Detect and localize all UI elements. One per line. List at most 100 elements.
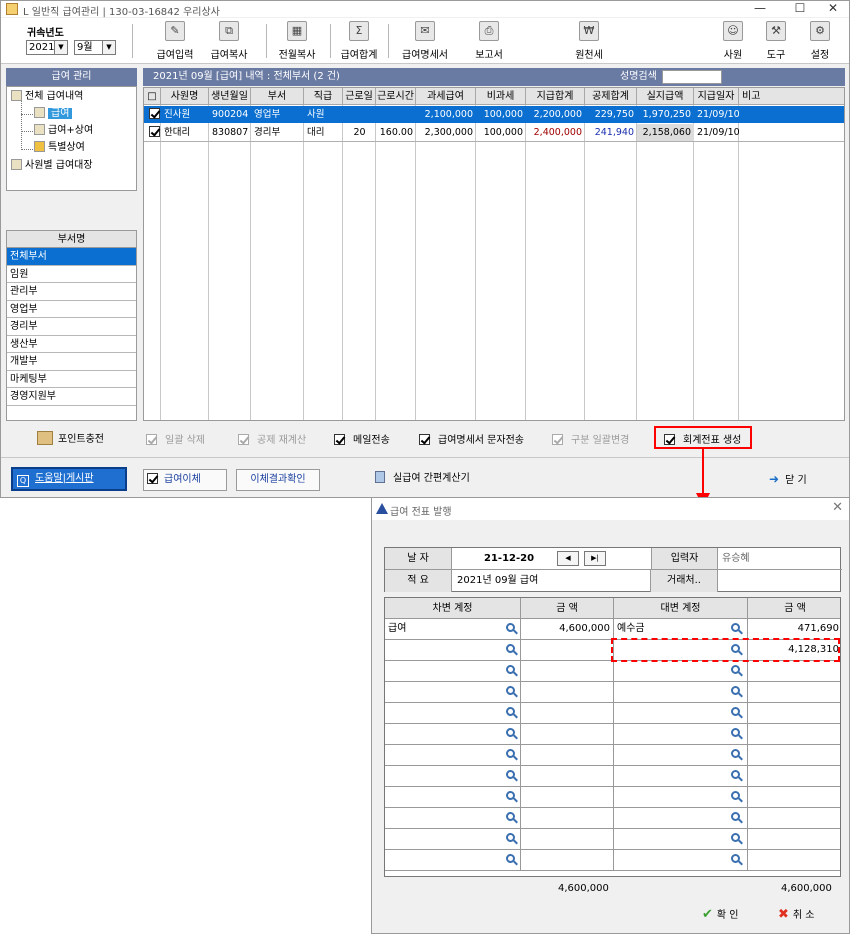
credit-amount-cell[interactable] <box>748 787 840 808</box>
debit-account-cell[interactable] <box>385 682 521 703</box>
search-icon[interactable] <box>506 833 515 842</box>
debit-amount-cell[interactable] <box>521 829 614 850</box>
credit-account-cell[interactable] <box>614 745 748 766</box>
debit-account-cell[interactable] <box>385 724 521 745</box>
debit-amount-cell[interactable]: 4,600,000 <box>521 619 614 640</box>
debit-amount-cell[interactable] <box>521 745 614 766</box>
debit-account-cell[interactable] <box>385 787 521 808</box>
prev-date-button[interactable]: ◀ <box>557 551 579 566</box>
debit-amount-cell[interactable] <box>521 787 614 808</box>
dept-item[interactable]: 개발부 <box>7 353 136 371</box>
debit-account-cell[interactable] <box>385 703 521 724</box>
prev-month-copy-button[interactable]: ▦ 전월복사 <box>275 21 319 61</box>
close-window-button[interactable]: ✕ <box>816 1 850 17</box>
search-icon[interactable] <box>506 791 515 800</box>
credit-account-cell[interactable] <box>614 724 748 745</box>
settings-button[interactable]: ⚙ 설정 <box>804 21 836 61</box>
col-header[interactable]: 비고 <box>739 88 844 105</box>
debit-amount-cell[interactable] <box>521 640 614 661</box>
debit-account-cell[interactable] <box>385 808 521 829</box>
tools-button[interactable]: ⚒ 도구 <box>760 21 792 61</box>
withholding-tax-button[interactable]: ₩ 원천세 <box>567 21 611 61</box>
search-icon[interactable] <box>506 644 515 653</box>
dept-item[interactable]: 영업부 <box>7 301 136 318</box>
search-icon[interactable] <box>731 854 740 863</box>
debit-account-cell[interactable] <box>385 745 521 766</box>
debit-amount-cell[interactable] <box>521 808 614 829</box>
payslip-button[interactable]: ✉ 급여명세서 <box>397 21 453 61</box>
search-icon[interactable] <box>731 833 740 842</box>
salary-sum-button[interactable]: Σ 급여합계 <box>337 21 381 61</box>
dept-item[interactable]: 전체부서 <box>7 248 136 266</box>
credit-account-cell[interactable]: 예수금 <box>614 619 748 640</box>
search-icon[interactable] <box>506 686 515 695</box>
partner-button[interactable]: 거래처.. <box>651 570 718 592</box>
transfer-result-button[interactable]: 이체결과확인 <box>236 469 320 491</box>
search-icon[interactable] <box>506 665 515 674</box>
inputter-field[interactable]: 유승혜 <box>718 548 842 570</box>
bulk-delete-checkbox[interactable]: 일괄 삭제 <box>146 434 205 448</box>
col-header[interactable]: 비과세 <box>476 88 526 105</box>
debit-amount-cell[interactable] <box>521 661 614 682</box>
tree-item-salary[interactable]: 급여 <box>34 106 73 122</box>
year-select[interactable]: 2021 ▼ <box>26 40 68 55</box>
debit-account-cell[interactable]: 급여 <box>385 619 521 640</box>
tree-item-all-salary[interactable]: 전체 급여내역 <box>11 89 83 105</box>
close-icon[interactable]: ✕ <box>832 500 843 515</box>
tree-item-special-bonus[interactable]: 특별상여 <box>34 140 85 156</box>
checkbox[interactable] <box>146 434 157 445</box>
search-icon[interactable] <box>506 854 515 863</box>
debit-amount-cell[interactable] <box>521 682 614 703</box>
cancel-button[interactable]: ✖ 취 소 <box>778 907 815 923</box>
debit-amount-cell[interactable] <box>521 703 614 724</box>
search-icon[interactable] <box>506 623 515 632</box>
debit-amount-cell[interactable] <box>521 724 614 745</box>
debit-account-cell[interactable] <box>385 850 521 871</box>
col-header[interactable]: 실지급액 <box>637 88 694 105</box>
sms-send-checkbox[interactable]: 급여명세서 문자전송 <box>419 434 524 448</box>
col-header[interactable]: 지급일자 <box>694 88 739 105</box>
point-charge-button[interactable]: 포인트충전 <box>37 431 104 445</box>
checkbox-checked[interactable] <box>149 126 160 137</box>
col-header[interactable]: 근로일 <box>343 88 376 105</box>
credit-amount-cell[interactable] <box>748 808 840 829</box>
date-field[interactable]: 21-12-20 <box>452 548 651 570</box>
search-icon[interactable] <box>731 728 740 737</box>
debit-account-cell[interactable] <box>385 661 521 682</box>
month-select[interactable]: 9월 ▼ <box>74 40 116 55</box>
credit-account-cell[interactable] <box>614 703 748 724</box>
search-icon[interactable] <box>731 812 740 821</box>
tree-item-salary-bonus[interactable]: 급여+상여 <box>34 123 93 139</box>
credit-amount-cell[interactable] <box>748 703 840 724</box>
credit-account-cell[interactable] <box>614 808 748 829</box>
salary-input-button[interactable]: ✎ 급여입력 <box>153 21 197 61</box>
debit-account-cell[interactable] <box>385 829 521 850</box>
credit-account-cell[interactable] <box>614 829 748 850</box>
search-icon[interactable] <box>506 728 515 737</box>
report-button[interactable]: ⎙ 보고서 <box>467 21 511 61</box>
tree-item-employee-ledger[interactable]: 사원별 급여대장 <box>11 158 93 174</box>
col-header[interactable]: 사원명 <box>161 88 209 105</box>
debit-amount-cell[interactable] <box>521 850 614 871</box>
calculator-button[interactable]: 실급여 간편계산기 <box>375 469 485 491</box>
credit-account-cell[interactable] <box>614 787 748 808</box>
search-icon[interactable] <box>731 770 740 779</box>
dept-item[interactable]: 생산부 <box>7 336 136 353</box>
credit-amount-cell[interactable] <box>748 661 840 682</box>
credit-amount-cell[interactable]: 471,690 <box>748 619 840 640</box>
employee-button[interactable]: ☺ 사원 <box>717 21 749 61</box>
debit-account-cell[interactable] <box>385 640 521 661</box>
dept-item[interactable]: 마케팅부 <box>7 371 136 388</box>
help-board-button[interactable]: Q 도움말|게시판 <box>11 467 127 491</box>
recalc-deduct-checkbox[interactable]: 공제 재계산 <box>238 434 306 448</box>
email-send-checkbox[interactable]: 메일전송 <box>334 434 390 448</box>
dept-item[interactable]: 경영지원부 <box>7 388 136 406</box>
search-icon[interactable] <box>731 791 740 800</box>
search-icon[interactable] <box>731 707 740 716</box>
search-icon[interactable] <box>506 707 515 716</box>
search-icon[interactable] <box>731 686 740 695</box>
partner-field[interactable] <box>718 570 842 592</box>
debit-amount-cell[interactable] <box>521 766 614 787</box>
checkbox[interactable] <box>147 473 158 484</box>
credit-account-cell[interactable] <box>614 682 748 703</box>
